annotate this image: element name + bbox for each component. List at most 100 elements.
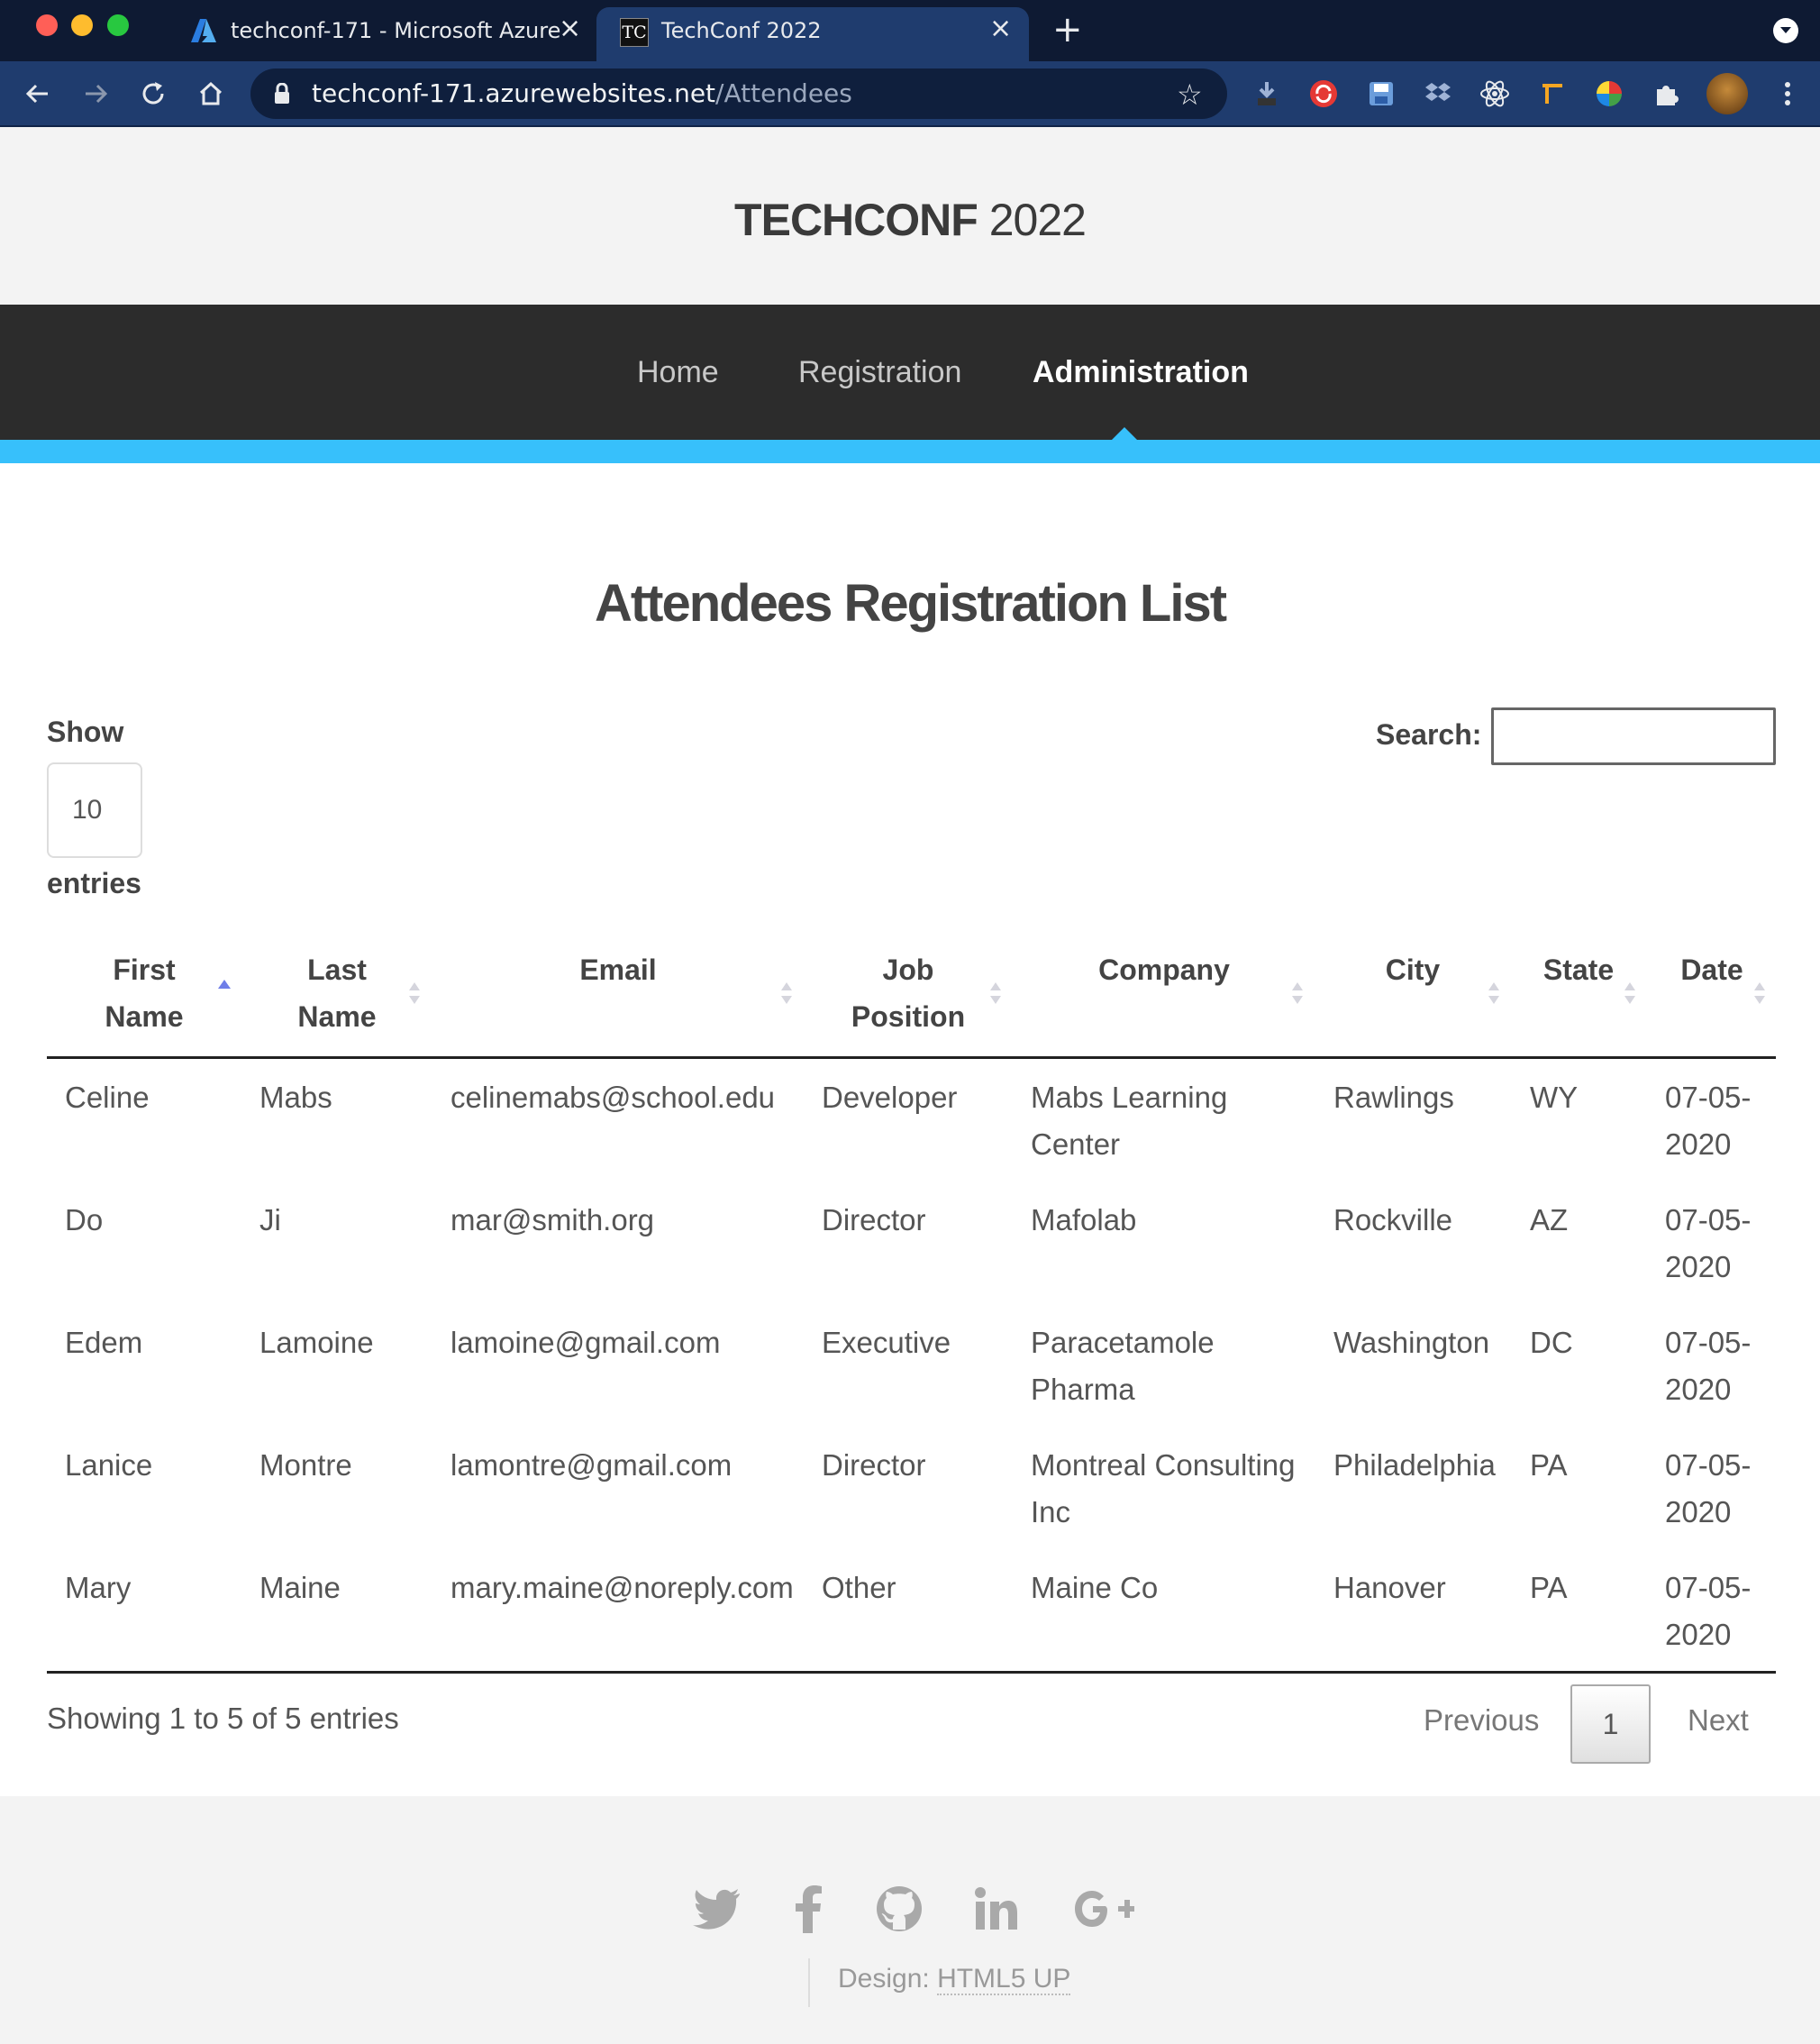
- nav-registration[interactable]: Registration: [798, 355, 961, 390]
- tab-title: techconf-171 - Microsoft Azure: [231, 18, 561, 43]
- google-plus-icon[interactable]: [1069, 1882, 1141, 1936]
- page-title: Attendees Registration List: [594, 574, 1227, 633]
- cell-date-cont: 2020: [1665, 1250, 1732, 1283]
- site-header: TECHCONF 2022: [0, 127, 1820, 305]
- extensions-puzzle-icon[interactable]: [1651, 78, 1683, 110]
- search-label: Search:: [1376, 718, 1482, 751]
- cell-state: DC: [1530, 1326, 1573, 1359]
- column-header-text: Last: [307, 954, 367, 986]
- footer-divider: [808, 1958, 810, 2007]
- column-header-email[interactable]: Email: [450, 946, 786, 993]
- sort-ascending-icon[interactable]: [217, 976, 232, 1007]
- column-header-date[interactable]: Date: [1665, 946, 1759, 993]
- column-header-text: City: [1385, 954, 1441, 986]
- sort-both-icon[interactable]: [988, 978, 1003, 1008]
- sort-both-icon[interactable]: [407, 978, 422, 1008]
- column-header-text: Name: [297, 1000, 377, 1033]
- download-png-extension-icon[interactable]: [1251, 78, 1283, 110]
- entries-label: entries: [47, 867, 141, 899]
- html5up-link[interactable]: HTML5 UP: [937, 1964, 1071, 1995]
- cell-date: 07-05-: [1665, 1081, 1752, 1114]
- page-number-button[interactable]: 1: [1570, 1684, 1651, 1764]
- cell-job-position: Director: [822, 1203, 926, 1236]
- close-window-button[interactable]: [36, 14, 58, 36]
- url-text: techconf-171.azurewebsites.net/Attendees: [312, 78, 852, 108]
- cell-company: Maine Co: [1031, 1571, 1159, 1604]
- column-header-text: Name: [105, 1000, 184, 1033]
- cell-company: Mabs Learning: [1031, 1081, 1228, 1114]
- cell-job-position: Other: [822, 1571, 896, 1604]
- cell-city: Washington: [1333, 1326, 1490, 1359]
- tab-search-icon[interactable]: [1773, 18, 1798, 43]
- tab-techconf[interactable]: TC TechConf 2022 ×: [596, 7, 1029, 61]
- forward-icon[interactable]: [76, 74, 115, 114]
- cell-state: AZ: [1530, 1203, 1569, 1236]
- linkedin-icon[interactable]: [969, 1882, 1024, 1936]
- react-devtools-extension-icon[interactable]: [1479, 78, 1511, 110]
- cell-email: mary.maine@noreply.com: [450, 1571, 794, 1604]
- site-footer: Design: HTML5 UP: [0, 1796, 1820, 2044]
- column-header-text: Date: [1680, 954, 1743, 986]
- tab-title: TechConf 2022: [661, 18, 822, 43]
- lastpass-extension-icon[interactable]: [1307, 78, 1340, 110]
- column-header-company[interactable]: Company: [1033, 946, 1296, 993]
- cell-date-cont: 2020: [1665, 1495, 1732, 1528]
- search-input[interactable]: [1491, 707, 1776, 765]
- previous-page-button[interactable]: Previous: [1424, 1703, 1539, 1738]
- bookmark-star-icon[interactable]: ☆: [1177, 78, 1203, 112]
- techconf-favicon: TC: [620, 18, 649, 47]
- dropbox-extension-icon[interactable]: [1422, 78, 1454, 110]
- cell-last-name: Montre: [259, 1448, 352, 1482]
- reload-icon[interactable]: [133, 74, 173, 114]
- column-header-first-name[interactable]: First Name: [65, 946, 223, 1040]
- github-icon[interactable]: [872, 1882, 926, 1936]
- cell-city: Rockville: [1333, 1203, 1453, 1236]
- ruler-extension-icon[interactable]: [1536, 78, 1569, 110]
- cell-date-cont: 2020: [1665, 1618, 1732, 1651]
- entries-length-select[interactable]: 10: [47, 762, 142, 858]
- column-header-last-name[interactable]: Last Name: [261, 946, 413, 1040]
- column-header-job-position[interactable]: Job Position: [829, 946, 987, 1040]
- cell-last-name: Lamoine: [259, 1326, 374, 1359]
- url-host: techconf-171.azurewebsites.net: [312, 78, 716, 108]
- cell-email: celinemabs@school.edu: [450, 1081, 776, 1114]
- cell-email: lamoine@gmail.com: [450, 1326, 721, 1359]
- site-logo[interactable]: TECHCONF 2022: [0, 194, 1820, 246]
- color-picker-extension-icon[interactable]: [1593, 78, 1625, 110]
- cell-company: Paracetamole: [1031, 1326, 1215, 1359]
- column-header-city[interactable]: City: [1332, 946, 1494, 993]
- save-extension-icon[interactable]: [1365, 78, 1397, 110]
- brand-year: 2022: [988, 195, 1087, 245]
- new-tab-icon[interactable]: +: [1052, 9, 1083, 50]
- cell-date: 07-05-: [1665, 1203, 1752, 1236]
- nav-administration[interactable]: Administration: [1033, 355, 1249, 390]
- facebook-icon[interactable]: [782, 1882, 836, 1936]
- twitter-icon[interactable]: [690, 1882, 744, 1936]
- sort-both-icon[interactable]: [779, 978, 794, 1008]
- close-tab-icon[interactable]: ×: [989, 13, 1012, 44]
- cell-job-position: Developer: [822, 1081, 958, 1114]
- column-header-state[interactable]: State: [1528, 946, 1629, 993]
- tab-azure[interactable]: techconf-171 - Microsoft Azure ×: [177, 7, 596, 61]
- close-tab-icon[interactable]: ×: [559, 13, 581, 44]
- cell-company-cont: Inc: [1031, 1495, 1071, 1528]
- address-bar[interactable]: techconf-171.azurewebsites.net/Attendees…: [250, 68, 1227, 119]
- url-path: /Attendees: [715, 78, 852, 108]
- cell-date-cont: 2020: [1665, 1127, 1732, 1161]
- sort-both-icon[interactable]: [1290, 978, 1305, 1008]
- minimize-window-button[interactable]: [71, 14, 93, 36]
- sort-both-icon[interactable]: [1623, 978, 1637, 1008]
- back-icon[interactable]: [18, 74, 58, 114]
- profile-avatar[interactable]: [1706, 73, 1748, 114]
- nav-home[interactable]: Home: [637, 355, 719, 390]
- browser-menu-icon[interactable]: [1771, 78, 1804, 110]
- sort-both-icon[interactable]: [1752, 978, 1767, 1008]
- home-icon[interactable]: [191, 74, 231, 114]
- maximize-window-button[interactable]: [107, 14, 129, 36]
- column-header-text: Company: [1098, 954, 1230, 986]
- sort-both-icon[interactable]: [1487, 978, 1501, 1008]
- next-page-button[interactable]: Next: [1688, 1703, 1749, 1738]
- cell-city: Rawlings: [1333, 1081, 1454, 1114]
- nav-accent-stripe: [0, 440, 1820, 463]
- cell-email: mar@smith.org: [450, 1203, 655, 1236]
